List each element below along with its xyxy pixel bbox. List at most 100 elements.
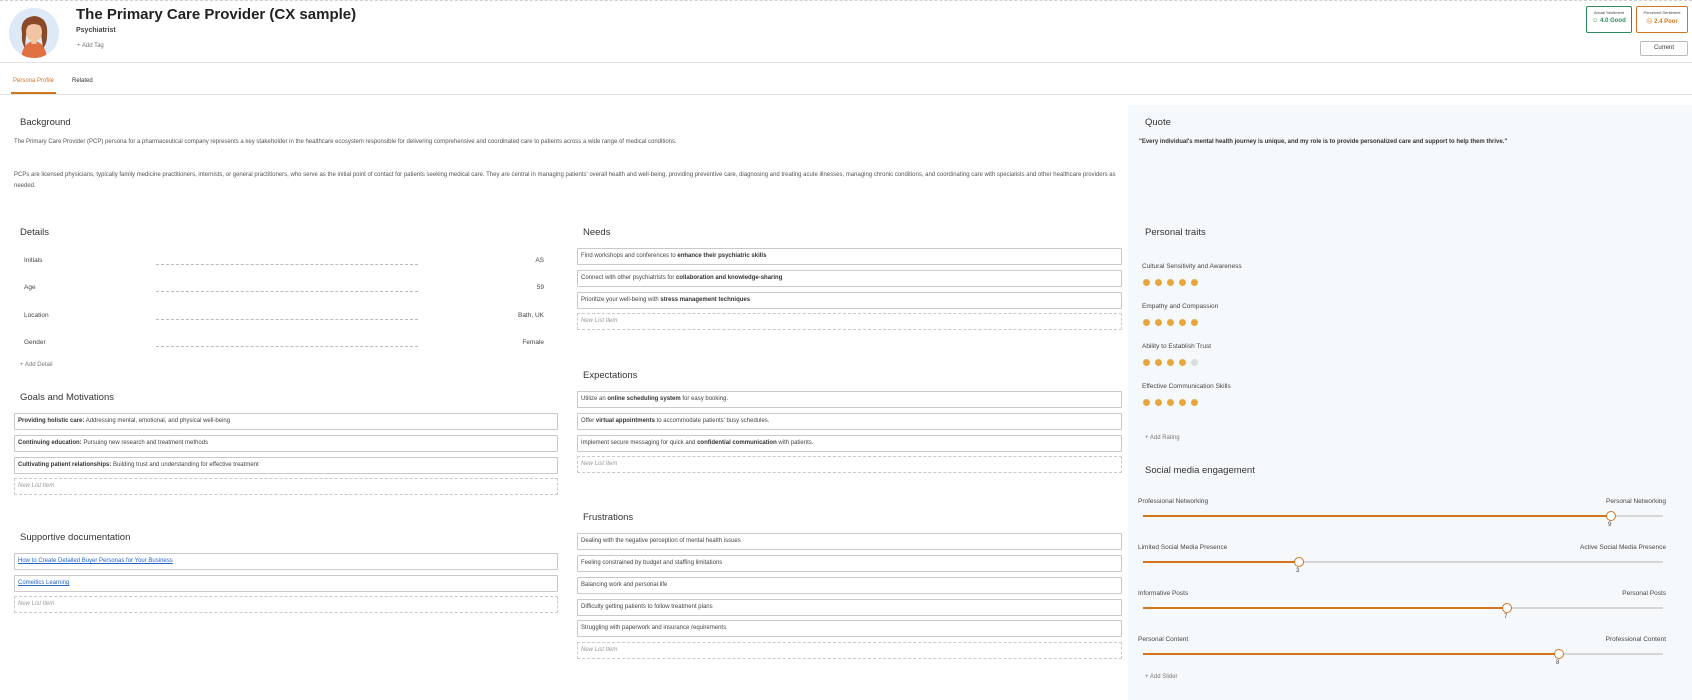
actual-sentiment-value: 4.0 Good [1600, 18, 1626, 24]
slider-right-label: Personal Networking [1606, 498, 1666, 505]
doc-link[interactable]: How to Create Detailed Buyer Personas fo… [14, 553, 558, 570]
trait-rating[interactable] [1143, 399, 1198, 406]
rating-dot[interactable] [1179, 359, 1186, 366]
current-button[interactable]: Current [1640, 41, 1688, 56]
need-bold: stress management techniques [660, 297, 751, 303]
slider-track[interactable]: 3 [1143, 557, 1663, 574]
expectation-text: Offer [581, 418, 596, 424]
social-title: Social media engagement [1145, 465, 1255, 476]
slider-fill [1143, 607, 1507, 609]
list-item[interactable]: Utilize an online scheduling system for … [577, 391, 1122, 408]
rating-dot[interactable] [1143, 279, 1150, 286]
detail-key: Initials [24, 257, 43, 264]
rating-dot[interactable] [1155, 279, 1162, 286]
slider-fill [1143, 515, 1611, 517]
list-item[interactable]: Cultivating patient relationships: Build… [14, 457, 558, 474]
tab-persona-profile[interactable]: Persona Profile [10, 78, 57, 94]
trait-rating[interactable] [1143, 279, 1198, 286]
detail-key: Location [24, 312, 49, 319]
new-list-item[interactable]: New List Item [577, 642, 1122, 659]
list-item[interactable]: Providing holistic care: Addressing ment… [14, 413, 558, 430]
trait-label: Ability to Establish Trust [1142, 343, 1211, 350]
new-list-item[interactable]: New List Item [14, 478, 558, 495]
rating-dot[interactable] [1167, 359, 1174, 366]
add-tag-button[interactable]: + Add Tag [77, 43, 104, 49]
doc-link[interactable]: Comeitics Learning [14, 575, 558, 592]
slider-track[interactable]: 7 [1143, 603, 1663, 620]
detail-row[interactable]: Gender Female [24, 339, 544, 349]
need-bold: enhance their psychiatric skills [677, 253, 767, 259]
rating-dot[interactable] [1179, 279, 1186, 286]
add-detail-label: Add Detail [24, 362, 53, 368]
detail-row[interactable]: Initials AS [24, 257, 544, 267]
expectation-text: with patients. [776, 440, 814, 446]
rating-dot[interactable] [1191, 319, 1198, 326]
rating-dot[interactable] [1191, 359, 1198, 366]
perceived-sentiment-value: 2.4 Poor [1654, 19, 1678, 25]
slider-thumb[interactable] [1502, 603, 1512, 613]
list-item[interactable]: Continuing education: Pursuing new resea… [14, 435, 558, 452]
detail-value: AS [535, 257, 544, 264]
quote-text: "Every individual's mental health journe… [1139, 139, 1508, 145]
rating-dot[interactable] [1155, 319, 1162, 326]
needs-title: Needs [583, 227, 611, 238]
header-divider [0, 62, 1692, 63]
detail-row[interactable]: Location Bath, UK [24, 312, 544, 322]
list-item[interactable]: Prioritize your well-being with stress m… [577, 292, 1122, 309]
new-list-item[interactable]: New List Item [577, 456, 1122, 473]
slider-track[interactable]: 9 [1143, 511, 1663, 528]
list-item[interactable]: Connect with other psychiatrists for col… [577, 270, 1122, 287]
list-item[interactable]: Balancing work and personal life [577, 577, 1122, 594]
rating-dot[interactable] [1191, 399, 1198, 406]
slider-left-label: Personal Content [1138, 636, 1189, 643]
rating-dot[interactable] [1191, 279, 1198, 286]
trait-rating[interactable] [1143, 319, 1198, 326]
need-bold: collaboration and knowledge-sharing [676, 275, 783, 281]
rating-dot[interactable] [1179, 399, 1186, 406]
rating-dot[interactable] [1155, 359, 1162, 366]
traits-title: Personal traits [1145, 227, 1206, 238]
background-paragraph-1: The Primary Care Provider (PCP) persona … [14, 139, 677, 145]
list-item[interactable]: Feeling constrained by budget and staffi… [577, 555, 1122, 572]
perceived-sentiment-badge[interactable]: Perceived Sentiment ☹ 2.4 Poor [1636, 6, 1688, 33]
right-panel [1128, 105, 1692, 700]
add-rating-button[interactable]: + Add Rating [1145, 435, 1180, 441]
add-slider-button[interactable]: + Add Slider [1145, 674, 1178, 680]
tab-related[interactable]: Related [72, 78, 93, 84]
expectation-text: Utilize an [581, 396, 608, 402]
add-rating-label: Add Rating [1149, 435, 1180, 441]
rating-dot[interactable] [1167, 319, 1174, 326]
trait-rating[interactable] [1143, 359, 1198, 366]
new-list-item[interactable]: New List Item [14, 596, 558, 613]
trait-label: Empathy and Compassion [1142, 303, 1219, 310]
detail-value: Female [522, 339, 544, 346]
slider-right-label: Active Social Media Presence [1580, 544, 1666, 551]
list-item[interactable]: Find workshops and conferences to enhanc… [577, 248, 1122, 265]
add-detail-button[interactable]: + Add Detail [20, 362, 53, 368]
expectation-bold: online scheduling system [607, 396, 681, 402]
slider-thumb[interactable] [1294, 557, 1304, 567]
rating-dot[interactable] [1167, 279, 1174, 286]
top-border [0, 0, 1692, 1]
list-item[interactable]: Implement secure messaging for quick and… [577, 435, 1122, 452]
actual-sentiment-badge[interactable]: Actual Sentiment ☺ 4.0 Good [1586, 6, 1632, 33]
rating-dot[interactable] [1155, 399, 1162, 406]
detail-row[interactable]: Age 59 [24, 284, 544, 294]
rating-dot[interactable] [1143, 319, 1150, 326]
detail-value: 59 [536, 284, 544, 291]
slider-thumb[interactable] [1554, 649, 1564, 659]
slider-fill [1143, 653, 1559, 655]
list-item[interactable]: Difficulty getting patients to follow tr… [577, 599, 1122, 616]
background-title: Background [20, 117, 71, 128]
new-list-item[interactable]: New List Item [577, 313, 1122, 330]
slider-thumb[interactable] [1606, 511, 1616, 521]
slider-track[interactable]: 8 [1143, 649, 1663, 666]
rating-dot[interactable] [1167, 399, 1174, 406]
list-item[interactable]: Struggling with paperwork and insurance … [577, 620, 1122, 637]
rating-dot[interactable] [1143, 399, 1150, 406]
rating-dot[interactable] [1143, 359, 1150, 366]
rating-dot[interactable] [1179, 319, 1186, 326]
list-item[interactable]: Dealing with the negative perception of … [577, 533, 1122, 550]
slider-right-label: Professional Content [1605, 636, 1666, 643]
list-item[interactable]: Offer virtual appointments to accommodat… [577, 413, 1122, 430]
